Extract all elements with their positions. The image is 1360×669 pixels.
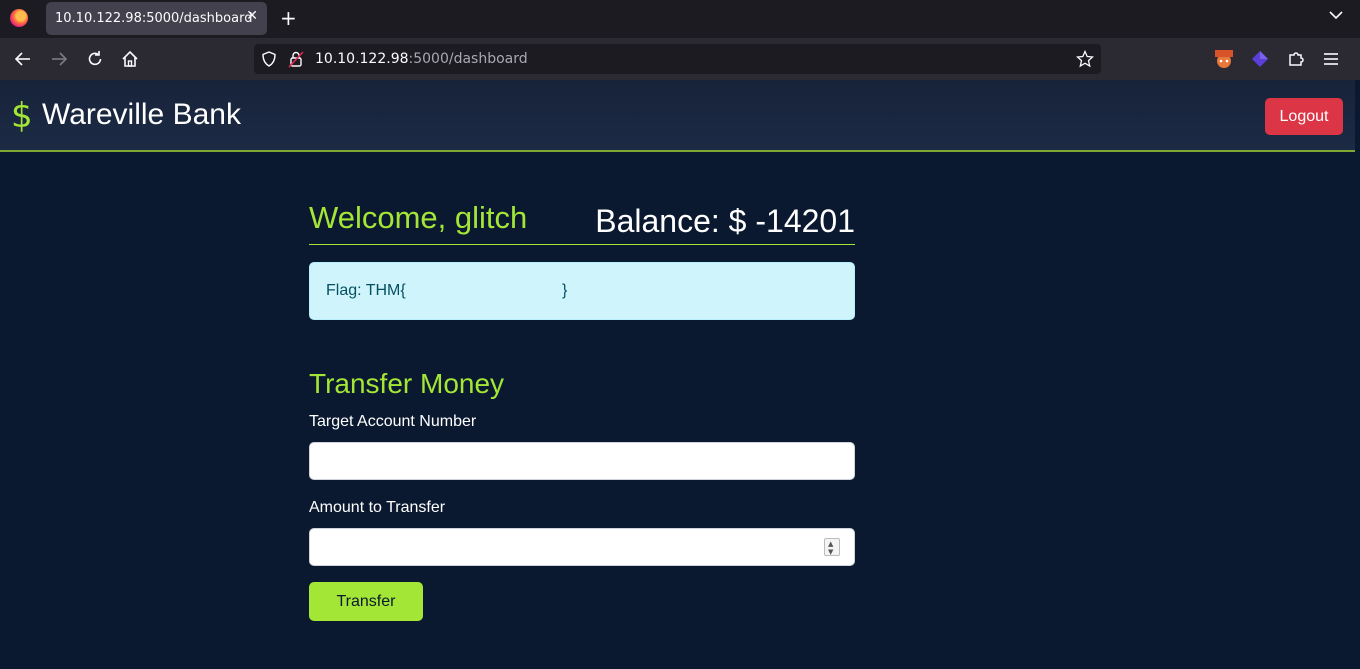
shield-icon[interactable] [261,51,277,67]
browser-tab-strip: 10.10.122.98:5000/dashboard ✕ + [0,0,1360,38]
forward-arrow-icon[interactable] [49,49,69,69]
flag-prefix: Flag: THM{ [326,282,406,299]
welcome-heading: Welcome, glitch [309,200,528,235]
tab-list-chevron-icon[interactable] [1329,8,1343,22]
bookmark-star-icon[interactable] [1076,50,1094,68]
balance-display: Balance: $ -14201 [595,203,855,239]
transfer-section-title: Transfer Money [309,368,505,399]
flag-alert: Flag: THM{ } [309,262,855,320]
reload-icon[interactable] [85,49,105,69]
flag-suffix: } [562,282,568,299]
home-icon[interactable] [120,49,140,69]
app-header: $ Wareville Bank Logout [0,80,1355,152]
url-host: 10.10.122.98 [315,51,409,67]
new-tab-button[interactable]: + [280,6,297,30]
number-spinner-icon[interactable]: ▲ ▼ [824,538,840,556]
tab-title: 10.10.122.98:5000/dashboard [55,11,253,26]
target-account-input[interactable] [309,442,855,480]
transfer-button[interactable]: Transfer [309,582,423,621]
insecure-lock-icon[interactable] [288,50,304,68]
brand-name[interactable]: Wareville Bank [42,98,241,132]
firefox-logo-icon[interactable] [10,9,28,27]
burp-extension-icon[interactable] [1213,48,1235,70]
page-edge [1355,80,1360,669]
browser-tab-active[interactable]: 10.10.122.98:5000/dashboard ✕ [46,2,267,35]
back-arrow-icon[interactable] [13,49,33,69]
browser-toolbar: 10.10.122.98:5000/dashboard [0,38,1360,80]
foxyproxy-extension-icon[interactable] [1249,48,1271,70]
target-account-label: Target Account Number [309,413,477,430]
tab-close-icon[interactable]: ✕ [246,8,258,24]
dollar-icon: $ [11,96,33,136]
logout-button[interactable]: Logout [1265,98,1343,135]
address-bar[interactable]: 10.10.122.98:5000/dashboard [254,44,1101,74]
amount-input[interactable]: ▲ ▼ [309,528,855,566]
dashboard-main: Welcome, glitch Balance: $ -14201 Flag: … [309,190,855,621]
url-path: :5000/dashboard [408,51,528,67]
extensions-puzzle-icon[interactable] [1285,48,1307,70]
welcome-row: Welcome, glitch Balance: $ -14201 [309,190,855,245]
app-menu-hamburger-icon[interactable] [1320,48,1342,70]
url-text[interactable]: 10.10.122.98:5000/dashboard [315,51,528,67]
amount-label: Amount to Transfer [309,499,446,516]
